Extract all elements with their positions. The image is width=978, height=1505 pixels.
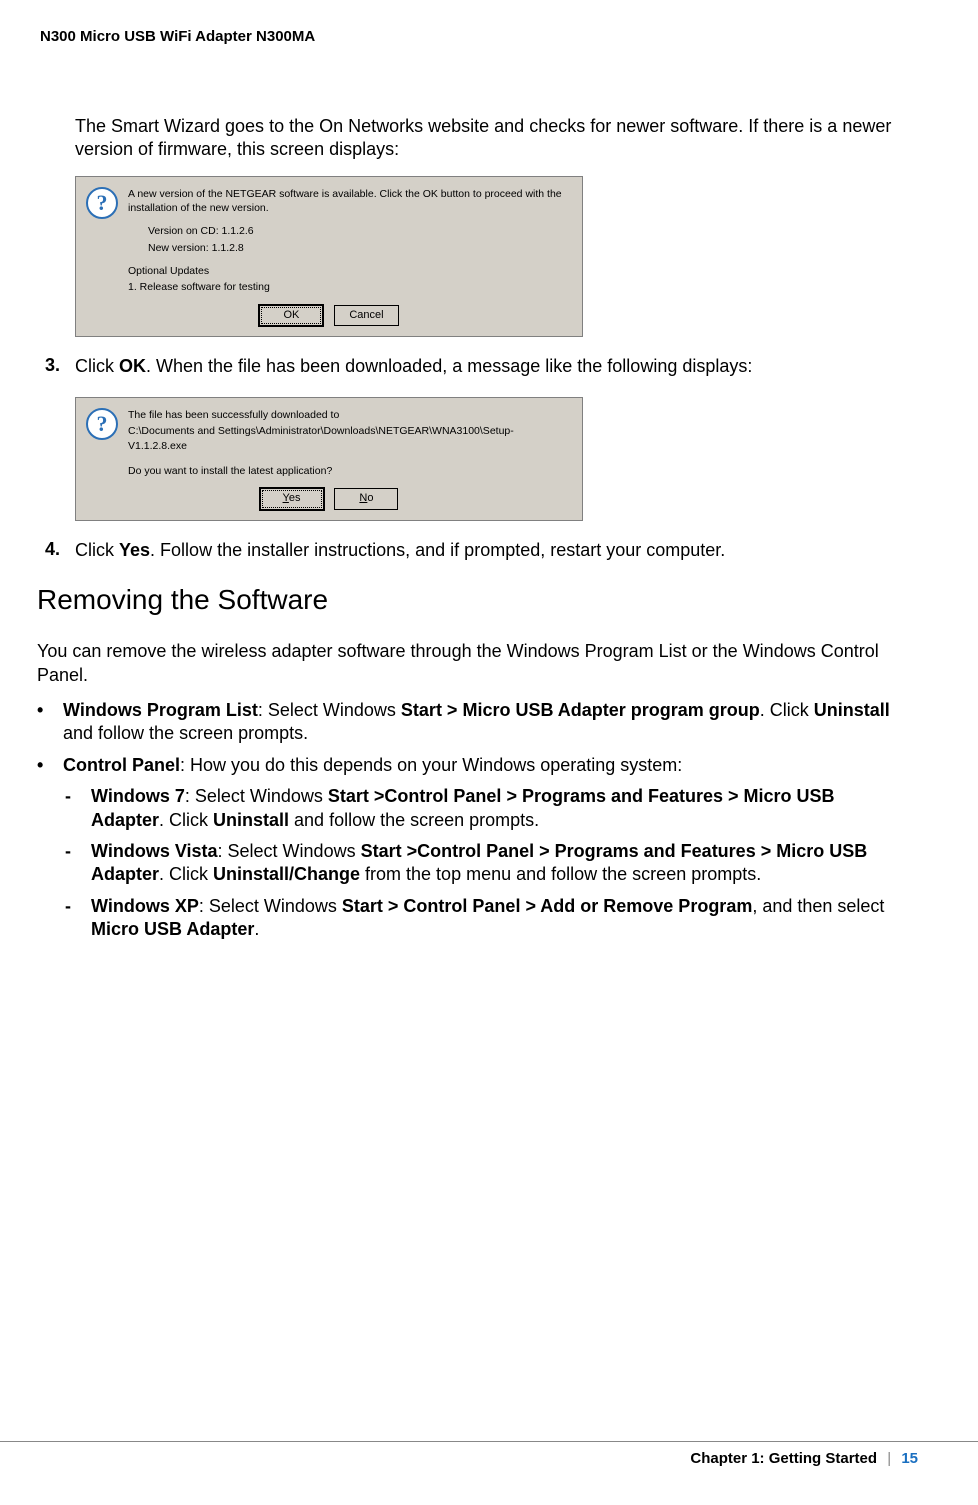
content-area: The Smart Wizard goes to the On Networks… <box>0 55 978 942</box>
dialog1-buttons: OK Cancel <box>128 305 570 326</box>
sub-windows-xp: - Windows XP: Select Windows Start > Con… <box>65 895 903 942</box>
yes-button[interactable]: Yes <box>260 488 324 509</box>
step-4: 4. Click Yes. Follow the installer instr… <box>45 539 903 562</box>
sub-windows7: - Windows 7: Select Windows Start >Contr… <box>65 785 903 832</box>
dialog2-text-body: The file has been successfully downloade… <box>128 408 570 510</box>
removing-intro: You can remove the wireless adapter soft… <box>37 640 903 687</box>
ok-button[interactable]: OK <box>259 305 323 326</box>
step-4-text: Click Yes. Follow the installer instruct… <box>75 539 725 562</box>
step-num-3: 3. <box>45 355 75 378</box>
sub2-text: Windows Vista: Select Windows Start >Con… <box>91 840 903 887</box>
footer-separator: | <box>887 1450 891 1467</box>
download-dialog: ? The file has been successfully downloa… <box>75 397 583 521</box>
bullet-program-list: • Windows Program List: Select Windows S… <box>37 699 903 746</box>
dialog2-buttons: Yes No <box>128 488 570 509</box>
page-footer: Chapter 1: Getting Started | 15 <box>0 1441 978 1467</box>
optional-updates-label: Optional Updates <box>128 264 570 279</box>
step-num-4: 4. <box>45 539 75 562</box>
question-icon: ? <box>86 187 118 219</box>
download-line1: The file has been successfully downloade… <box>128 408 570 423</box>
bullet-control-panel: • Control Panel: How you do this depends… <box>37 754 903 777</box>
sub3-text: Windows XP: Select Windows Start > Contr… <box>91 895 903 942</box>
page-header: N300 Micro USB WiFi Adapter N300MA <box>0 0 978 55</box>
step-3: 3. Click OK. When the file has been down… <box>45 355 903 378</box>
cancel-button[interactable]: Cancel <box>334 305 398 326</box>
footer-page-number: 15 <box>901 1450 918 1467</box>
version-cd: Version on CD: 1.1.2.6 <box>148 224 570 239</box>
dialog-message: A new version of the NETGEAR software is… <box>128 187 570 216</box>
intro-paragraph: The Smart Wizard goes to the On Networks… <box>75 115 903 162</box>
dialog-text-body: A new version of the NETGEAR software is… <box>128 187 570 327</box>
dash: - <box>65 895 91 942</box>
update-dialog: ? A new version of the NETGEAR software … <box>75 176 583 338</box>
section-heading-removing: Removing the Software <box>37 584 903 616</box>
version-new: New version: 1.1.2.8 <box>148 241 570 256</box>
bullet-dot: • <box>37 754 63 777</box>
sub-windows-vista: - Windows Vista: Select Windows Start >C… <box>65 840 903 887</box>
no-button[interactable]: No <box>334 488 398 509</box>
install-question: Do you want to install the latest applic… <box>128 464 570 479</box>
doc-title: N300 Micro USB WiFi Adapter N300MA <box>40 28 315 45</box>
footer-chapter: Chapter 1: Getting Started <box>690 1450 877 1467</box>
bullet1-text: Windows Program List: Select Windows Sta… <box>63 699 903 746</box>
bullet2-text: Control Panel: How you do this depends o… <box>63 754 682 777</box>
optional-item-1: 1. Release software for testing <box>128 280 570 295</box>
download-path: C:\Documents and Settings\Administrator\… <box>128 424 570 453</box>
dash: - <box>65 840 91 887</box>
question-icon: ? <box>86 408 118 440</box>
bullet-dot: • <box>37 699 63 746</box>
sub1-text: Windows 7: Select Windows Start >Control… <box>91 785 903 832</box>
step-3-text: Click OK. When the file has been downloa… <box>75 355 752 378</box>
dash: - <box>65 785 91 832</box>
